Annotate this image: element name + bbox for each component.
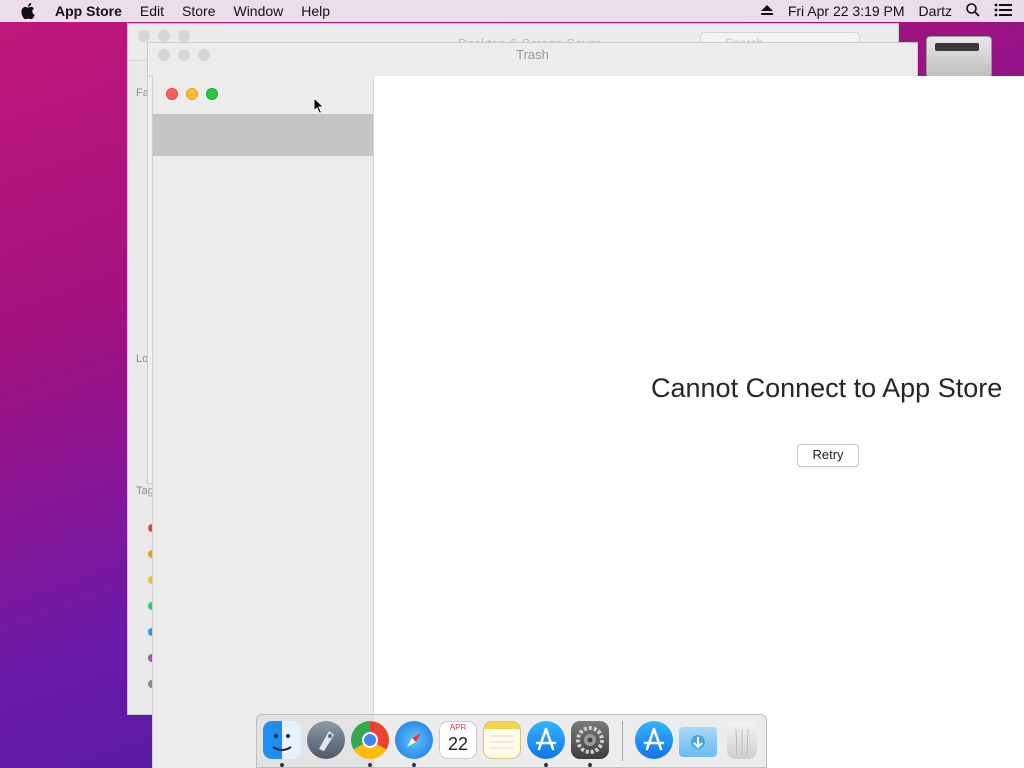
- finder-icon[interactable]: [263, 721, 301, 759]
- apple-menu-icon[interactable]: [18, 3, 38, 19]
- safari-icon[interactable]: [395, 721, 433, 759]
- calendar-icon[interactable]: APR 22: [439, 721, 477, 759]
- window-controls: [166, 88, 218, 100]
- downloads-folder-icon[interactable]: [679, 727, 717, 757]
- eject-icon[interactable]: [760, 3, 774, 19]
- dock: APR 22: [256, 714, 767, 768]
- retry-button[interactable]: Retry: [797, 444, 859, 467]
- hard-disk-icon[interactable]: [926, 36, 992, 78]
- minimize-button[interactable]: [186, 88, 198, 100]
- control-center-icon[interactable]: [994, 3, 1012, 20]
- zoom-button[interactable]: [206, 88, 218, 100]
- dock-separator: [622, 721, 623, 761]
- trash-icon[interactable]: [727, 721, 757, 759]
- menu-window[interactable]: Window: [224, 3, 292, 19]
- menu-help[interactable]: Help: [292, 3, 339, 19]
- app-store-window: Cannot Connect to App Store Retry: [152, 76, 1024, 768]
- sidebar: [153, 76, 374, 768]
- sidebar-item-selected[interactable]: [153, 114, 373, 156]
- user-name[interactable]: Dartz: [919, 3, 952, 19]
- menu-app-name[interactable]: App Store: [46, 3, 131, 19]
- clock[interactable]: Fri Apr 22 3:19 PM: [788, 3, 905, 19]
- app-store-icon[interactable]: [527, 721, 565, 759]
- menu-store[interactable]: Store: [173, 3, 224, 19]
- spotlight-search-icon[interactable]: [966, 2, 980, 20]
- system-preferences-icon[interactable]: [571, 721, 609, 759]
- error-title: Cannot Connect to App Store: [651, 373, 1003, 403]
- notes-icon[interactable]: [483, 721, 521, 759]
- chrome-icon[interactable]: [351, 721, 389, 759]
- mouse-cursor-icon: [313, 96, 325, 120]
- menu-edit[interactable]: Edit: [131, 3, 173, 19]
- main-content: Cannot Connect to App Store Retry: [374, 76, 1024, 768]
- menu-bar: App Store Edit Store Window Help Fri Apr…: [0, 0, 1024, 22]
- close-button[interactable]: [166, 88, 178, 100]
- window-title: Trash: [516, 47, 549, 62]
- launchpad-icon[interactable]: [307, 721, 345, 759]
- app-store-folder-icon[interactable]: [635, 721, 673, 759]
